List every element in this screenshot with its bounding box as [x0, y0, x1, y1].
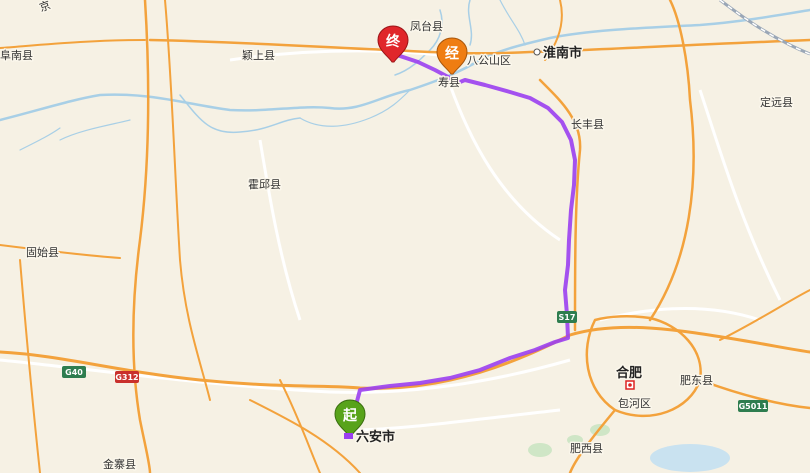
- label-bagongshan: 八公山区: [467, 54, 511, 67]
- lake-chaohu: [650, 444, 730, 472]
- g40-shield: G40: [62, 366, 86, 378]
- label-funan: 阜南县: [0, 49, 33, 62]
- label-feidong: 肥东县: [680, 374, 713, 387]
- label-yingshang: 颖上县: [242, 49, 275, 62]
- svg-text:S17: S17: [559, 313, 576, 322]
- s17-shield: S17: [557, 311, 577, 323]
- label-gushi: 固始县: [26, 245, 59, 259]
- label-fengtai: 凤台县: [410, 19, 443, 33]
- map-canvas: G40 G312 S17 G5011 京 阜南县 颖上县 凤台县 八公山区 寿县…: [0, 0, 810, 473]
- huainan-dot: [533, 48, 541, 56]
- label-dingyuan: 定远县: [760, 95, 793, 109]
- label-huainan: 淮南市: [542, 45, 582, 61]
- route-map[interactable]: G40 G312 S17 G5011 京 阜南县 颖上县 凤台县 八公山区 寿县…: [0, 0, 810, 473]
- label-huoqiu: 霍邱县: [248, 178, 281, 191]
- label-luan: 六安市: [356, 429, 395, 445]
- svg-text:G5011: G5011: [739, 402, 768, 411]
- label-feixi: 肥西县: [570, 442, 603, 455]
- start-pin-label: 起: [342, 407, 358, 424]
- label-hefei: 合肥: [616, 365, 642, 381]
- g312-shield: G312: [115, 371, 139, 383]
- label-changfeng: 长丰县: [571, 118, 604, 131]
- label-jinzhai: 金寨县: [103, 457, 136, 471]
- label-shouxian: 寿县: [438, 75, 460, 89]
- svg-text:G312: G312: [115, 373, 138, 382]
- label-baohe: 包河区: [618, 397, 651, 410]
- via-pin-label: 经: [445, 45, 459, 62]
- g5011-shield: G5011: [738, 400, 768, 412]
- end-pin-label: 终: [386, 33, 401, 50]
- svg-text:G40: G40: [65, 368, 83, 377]
